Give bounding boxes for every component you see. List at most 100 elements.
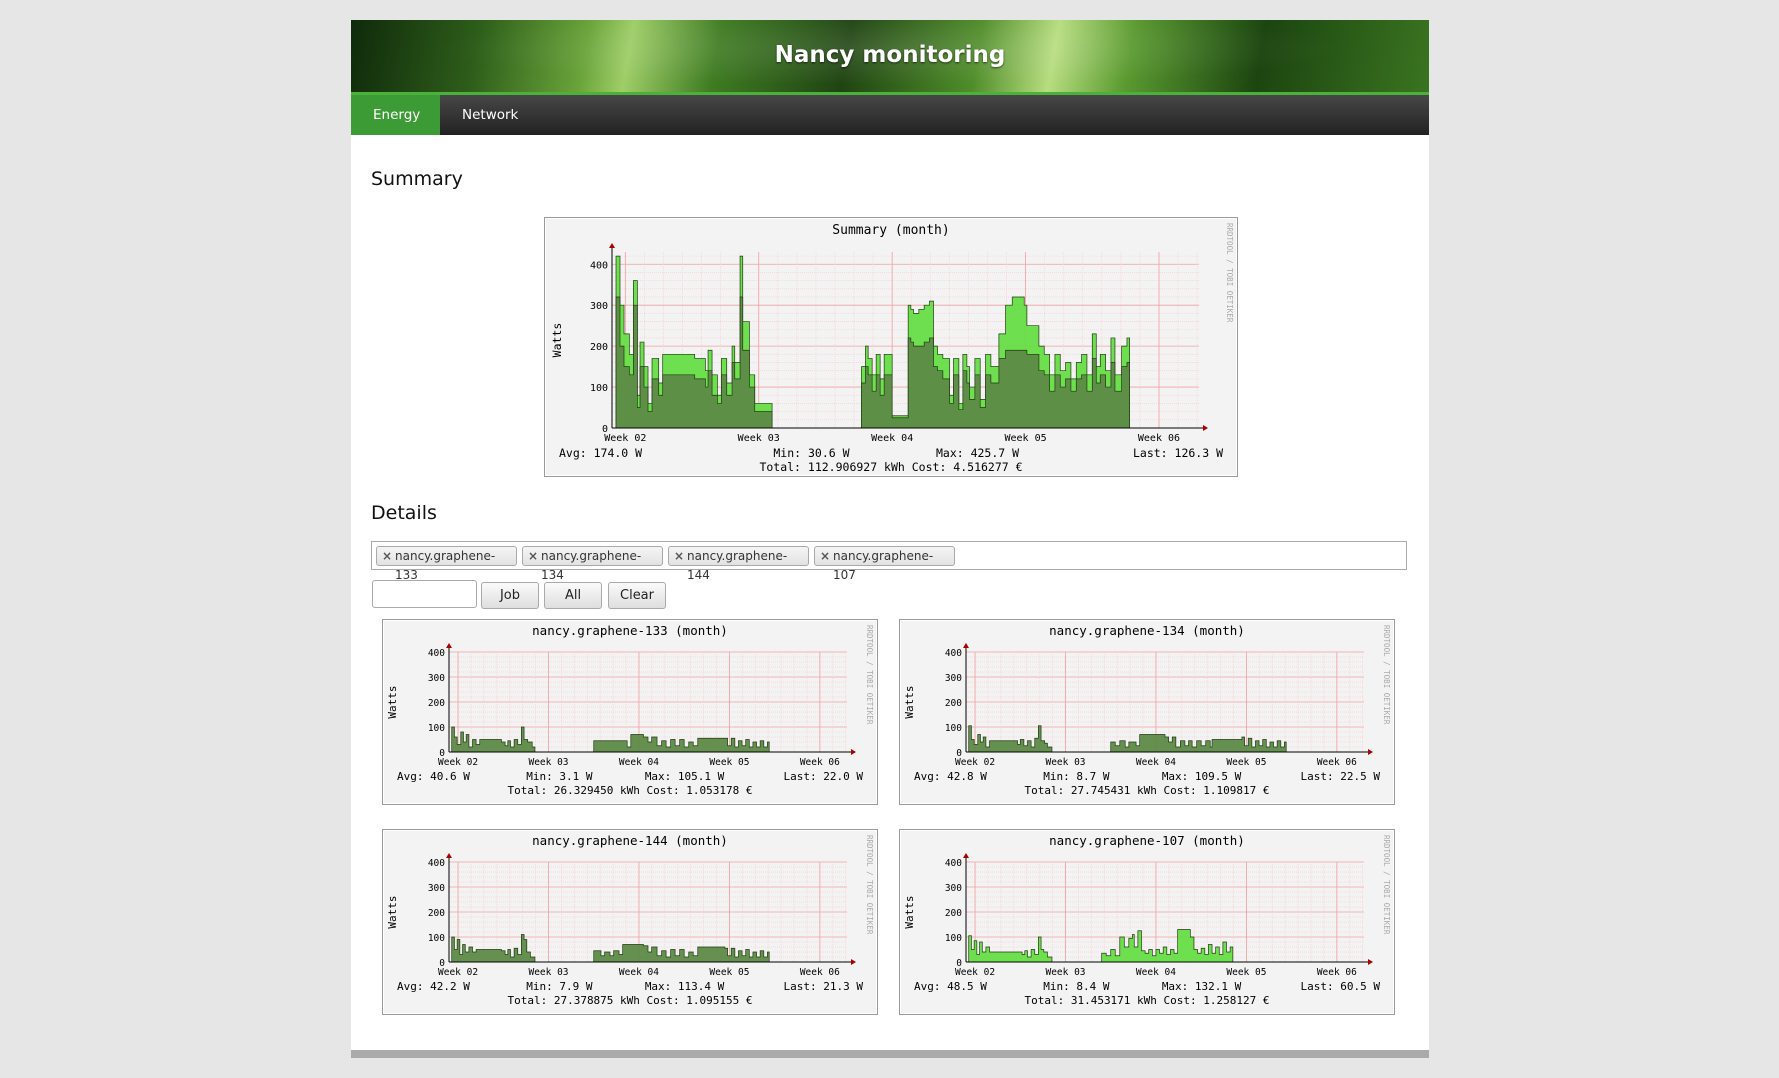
stat-max: Max: 113.4 W: [645, 980, 725, 993]
stat-total-cost: Total: 27.378875 kWh Cost: 1.095155 €: [507, 994, 752, 1007]
chart-svg: nancy.graphene-107 (month) Watts RRDTOOL /…: [903, 833, 1391, 1007]
chart-svg: Summary (month) Watts RRDTOOL / TOBI OETIK…: [550, 223, 1234, 474]
clear-button[interactable]: Clear: [608, 582, 666, 609]
y-axis-label: Watts: [903, 895, 916, 928]
tag-label: nancy.graphene-133: [395, 549, 496, 582]
x-tick-label: Week 02: [438, 967, 478, 978]
x-tick-label: Week 02: [955, 967, 995, 978]
x-axis-arrow: [1368, 749, 1373, 755]
stat-last: Last: 22.5 W: [1301, 770, 1381, 783]
stat-last: Last: 126.3 W: [1133, 446, 1223, 460]
remove-tag-icon[interactable]: ×: [382, 547, 392, 566]
y-tick-label: 300: [945, 883, 962, 894]
footer-bar: [351, 1050, 1429, 1058]
watermark: RRDTOOL / TOBI OETIKER: [865, 835, 874, 935]
x-tick-label: Week 03: [738, 433, 780, 444]
chart-svg: nancy.graphene-144 (month) Watts RRDTOOL /…: [386, 833, 874, 1007]
chart-title: Summary (month): [832, 223, 949, 238]
y-tick-label: 400: [590, 260, 608, 271]
y-tick-label: 200: [590, 342, 608, 353]
graph-graphene-144: nancy.graphene-144 (month) Watts RRDTOOL /…: [382, 829, 878, 1015]
x-tick-label: Week 05: [1004, 433, 1046, 444]
summary-graph: Summary (month) Watts RRDTOOL / TOBI OETIK…: [544, 217, 1238, 477]
tag-label: nancy.graphene-144: [687, 549, 788, 582]
y-axis-arrow: [609, 243, 615, 248]
x-axis-arrow: [1203, 425, 1208, 431]
y-tick-label: 300: [945, 673, 962, 684]
stat-max: Max: 105.1 W: [645, 770, 725, 783]
tag-graphene-134[interactable]: × nancy.graphene-134: [522, 546, 663, 582]
stat-avg: Avg: 48.5 W: [914, 980, 987, 993]
chart-title: nancy.graphene-134 (month): [1049, 623, 1245, 638]
stat-max: Max: 109.5 W: [1162, 770, 1242, 783]
x-tick-label: Week 04: [619, 757, 659, 768]
y-tick-label: 200: [945, 908, 962, 919]
stat-max: Max: 425.7 W: [936, 446, 1019, 460]
summary-heading: Summary: [371, 168, 463, 190]
y-tick-label: 100: [945, 723, 962, 734]
x-tick-label: Week 03: [1045, 757, 1085, 768]
y-tick-label: 100: [945, 933, 962, 944]
stat-avg: Avg: 42.2 W: [397, 980, 470, 993]
x-axis-arrow: [851, 749, 856, 755]
tab-network[interactable]: Network: [440, 95, 544, 135]
x-axis-arrow: [851, 959, 856, 965]
watermark: RRDTOOL / TOBI OETIKER: [1225, 223, 1234, 323]
x-tick-label: Week 05: [709, 757, 749, 768]
graph-graphene-107: nancy.graphene-107 (month) Watts RRDTOOL /…: [899, 829, 1395, 1015]
tag-graphene-144[interactable]: × nancy.graphene-144: [668, 546, 809, 582]
y-axis-label: Watts: [386, 685, 399, 718]
y-tick-label: 300: [428, 883, 445, 894]
x-tick-label: Week 06: [1317, 967, 1357, 978]
chart-title: nancy.graphene-107 (month): [1049, 833, 1245, 848]
y-tick-label: 400: [428, 648, 445, 659]
job-button[interactable]: Job: [481, 582, 539, 609]
graph-graphene-133: nancy.graphene-133 (month) Watts RRDTOOL /…: [382, 619, 878, 805]
all-button[interactable]: All: [544, 582, 602, 609]
x-axis-arrow: [1368, 959, 1373, 965]
x-tick-label: Week 05: [1226, 757, 1266, 768]
x-tick-label: Week 06: [1317, 757, 1357, 768]
nav-bar: Energy Network: [351, 95, 1429, 135]
tab-energy[interactable]: Energy: [351, 95, 440, 135]
stat-avg: Avg: 40.6 W: [397, 770, 470, 783]
tag-graphene-133[interactable]: × nancy.graphene-133: [376, 546, 517, 582]
stat-min: Min: 8.4 W: [1043, 980, 1110, 993]
stat-min: Min: 8.7 W: [1043, 770, 1110, 783]
job-input[interactable]: [372, 580, 477, 608]
stat-total-cost: Total: 27.745431 kWh Cost: 1.109817 €: [1024, 784, 1269, 797]
chart-svg: nancy.graphene-133 (month) Watts RRDTOOL /…: [386, 623, 874, 797]
y-tick-label: 100: [428, 933, 445, 944]
y-axis-label: Watts: [903, 685, 916, 718]
stat-avg: Avg: 42.8 W: [914, 770, 987, 783]
x-tick-label: Week 04: [1136, 967, 1176, 978]
stat-total-cost: Total: 31.453171 kWh Cost: 1.258127 €: [1024, 994, 1269, 1007]
y-axis-arrow: [446, 643, 452, 648]
stat-last: Last: 22.0 W: [784, 770, 864, 783]
stat-max: Max: 132.1 W: [1162, 980, 1242, 993]
header-banner: Nancy monitoring: [351, 20, 1429, 92]
x-tick-label: Week 04: [871, 433, 913, 444]
watermark: RRDTOOL / TOBI OETIKER: [865, 625, 874, 725]
remove-tag-icon[interactable]: ×: [674, 547, 684, 566]
y-tick-label: 200: [945, 698, 962, 709]
y-tick-label: 200: [428, 698, 445, 709]
y-tick-label: 300: [590, 301, 608, 312]
details-heading: Details: [371, 502, 437, 524]
job-tag-input[interactable]: × nancy.graphene-133 × nancy.graphene-13…: [371, 541, 1407, 582]
y-tick-label: 200: [428, 908, 445, 919]
stat-min: Min: 3.1 W: [526, 770, 593, 783]
x-tick-label: Week 02: [955, 757, 995, 768]
remove-tag-icon[interactable]: ×: [820, 547, 830, 566]
chart-svg: nancy.graphene-134 (month) Watts RRDTOOL /…: [903, 623, 1391, 797]
x-tick-label: Week 05: [709, 967, 749, 978]
y-tick-label: 400: [945, 858, 962, 869]
chart-title: nancy.graphene-133 (month): [532, 623, 728, 638]
series-area-0: [966, 929, 1234, 963]
x-tick-label: Week 04: [619, 967, 659, 978]
y-tick-label: 400: [945, 648, 962, 659]
y-axis-arrow: [963, 643, 969, 648]
tag-graphene-107[interactable]: × nancy.graphene-107: [814, 546, 955, 582]
stat-total-cost: Total: 26.329450 kWh Cost: 1.053178 €: [507, 784, 752, 797]
remove-tag-icon[interactable]: ×: [528, 547, 538, 566]
